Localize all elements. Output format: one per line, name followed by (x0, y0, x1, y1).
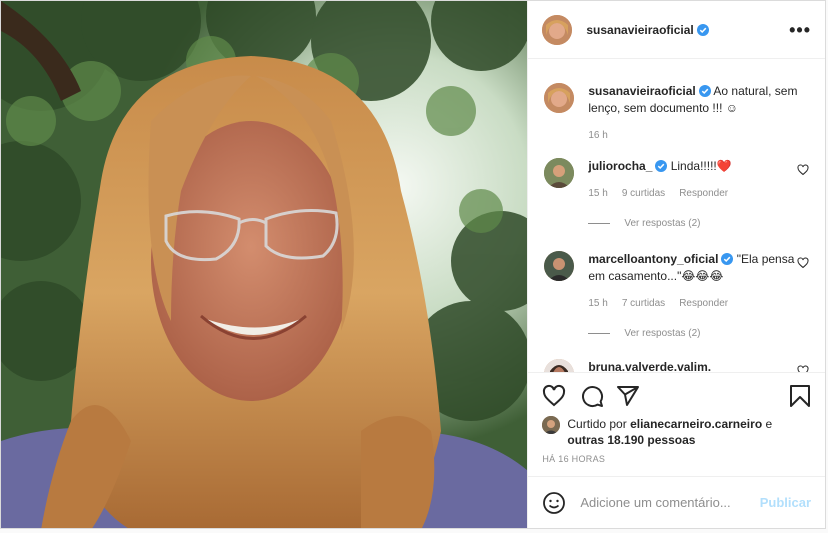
comment-text: Linda!!!!! (670, 159, 717, 173)
view-replies-button[interactable]: Ver respostas (2) (588, 218, 809, 229)
comment-item: marcelloantony_oficial "Ela pensa em cas… (544, 251, 809, 312)
verified-icon (721, 253, 734, 265)
publish-button[interactable]: Publicar (760, 495, 811, 510)
comment-input[interactable] (580, 495, 760, 510)
comment-emoji: 😂😂😂 (681, 269, 724, 283)
caption: susanavieiraoficial Ao natural, sem lenç… (544, 83, 809, 144)
verified-icon (698, 85, 711, 97)
view-replies-label: Ver respostas (2) (624, 218, 701, 229)
liked-joiner: e (765, 417, 773, 431)
view-replies-label: Ver respostas (2) (624, 328, 701, 339)
caption-time[interactable]: 16 h (588, 127, 607, 144)
comment-heart-icon[interactable] (797, 365, 809, 372)
author-avatar[interactable] (542, 14, 573, 45)
liker-avatar[interactable] (542, 416, 561, 434)
reply-button[interactable]: Responder (679, 295, 728, 312)
bookmark-icon[interactable] (789, 384, 811, 408)
comment-body: marcelloantony_oficial "Ela pensa em cas… (588, 251, 809, 312)
reply-button[interactable]: Responder (679, 185, 728, 202)
liked-prefix: Curtido por (567, 417, 627, 431)
comment-time[interactable]: 15 h (588, 185, 607, 202)
add-comment-bar: Publicar (528, 476, 825, 528)
caption-body: susanavieiraoficial Ao natural, sem lenç… (588, 83, 809, 144)
post-sidebar: susanavieiraoficial ••• susanavieiraofic… (527, 1, 825, 528)
commenter-avatar[interactable] (544, 359, 575, 372)
comments-list[interactable]: susanavieiraoficial Ao natural, sem lenç… (528, 59, 825, 372)
comment-heart-icon[interactable] (797, 257, 809, 269)
comment-body: bruna.valverde.valim._ (588, 359, 809, 372)
liked-by: Curtido por elianecarneiro.carneiro e ou… (542, 416, 811, 448)
author-username[interactable]: susanavieiraoficial (586, 23, 693, 37)
liked-by-text: Curtido por elianecarneiro.carneiro e ou… (567, 416, 772, 448)
commenter-avatar[interactable] (544, 158, 575, 188)
verified-icon (696, 23, 709, 36)
view-replies-button[interactable]: Ver respostas (2) (588, 328, 809, 339)
post-header: susanavieiraoficial ••• (528, 1, 825, 59)
action-icons (542, 383, 811, 409)
replies-line (588, 333, 611, 334)
commenter-avatar[interactable] (544, 251, 575, 281)
comment-meta: 15 h 9 curtidas Responder (588, 185, 809, 202)
likes-count[interactable]: outras 18.190 pessoas (567, 433, 695, 447)
comment-username[interactable]: bruna.valverde.valim._ (588, 360, 717, 372)
comment-item: juliorocha_ Linda!!!!!❤️ 15 h 9 curtidas… (544, 158, 809, 202)
caption-meta: 16 h (588, 127, 809, 144)
comment-body: juliorocha_ Linda!!!!!❤️ 15 h 9 curtidas… (588, 158, 809, 202)
more-icon[interactable]: ••• (789, 21, 811, 39)
comment-time[interactable]: 15 h (588, 295, 607, 312)
replies-line (588, 223, 611, 224)
liker-username[interactable]: elianecarneiro.carneiro (630, 417, 762, 431)
comment-username[interactable]: marcelloantony_oficial (588, 252, 718, 266)
author-avatar[interactable] (544, 83, 575, 113)
heart-icon[interactable] (542, 384, 566, 408)
comment-meta: 15 h 7 curtidas Responder (588, 295, 809, 312)
caption-username[interactable]: susanavieiraoficial (588, 84, 695, 98)
comment-likes[interactable]: 9 curtidas (622, 185, 665, 202)
comment-username[interactable]: juliorocha_ (588, 159, 652, 173)
comment-icon[interactable] (580, 384, 604, 408)
post-actions: Curtido por elianecarneiro.carneiro e ou… (528, 372, 825, 464)
emoji-icon[interactable] (542, 491, 566, 515)
post-time[interactable]: HÁ 16 HORAS (542, 454, 811, 464)
share-icon[interactable] (616, 384, 640, 408)
post-dialog: susanavieiraoficial ••• susanavieiraofic… (0, 0, 826, 529)
verified-icon (655, 160, 668, 172)
comment-item: bruna.valverde.valim._ (544, 359, 809, 372)
post-photo[interactable] (1, 1, 528, 528)
selfie-image (1, 1, 528, 528)
comment-emoji: ❤️ (716, 159, 732, 173)
comment-heart-icon[interactable] (797, 164, 809, 176)
comment-likes[interactable]: 7 curtidas (622, 295, 665, 312)
